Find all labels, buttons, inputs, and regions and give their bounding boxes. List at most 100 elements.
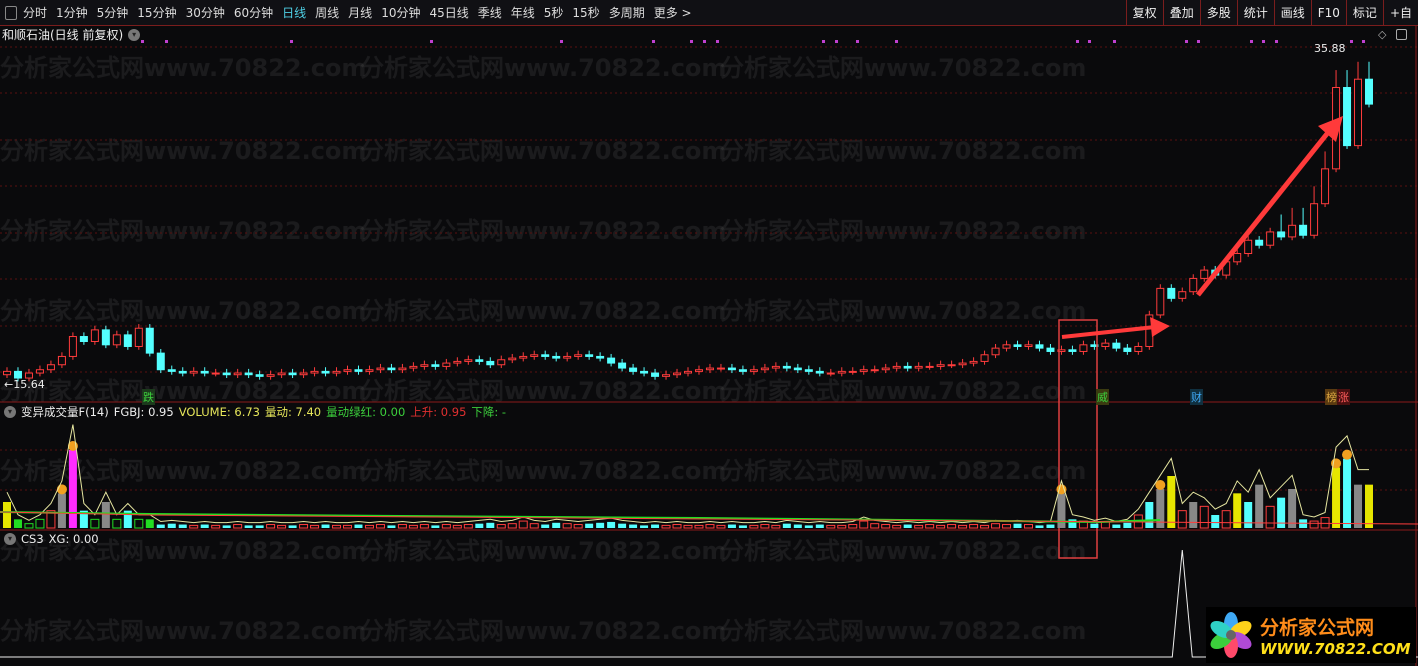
kline-chart[interactable]: [0, 0, 1418, 666]
volume-bar: [826, 524, 836, 529]
diamond-icon[interactable]: ◇: [1378, 28, 1386, 41]
candle: [629, 367, 638, 372]
site-logo: 分析家公式网 WWW.70822.COM: [1206, 607, 1416, 663]
volume-bar: [200, 524, 209, 528]
candle: [519, 355, 528, 359]
volume-bar: [266, 524, 276, 529]
candle: [453, 360, 462, 364]
candle: [793, 367, 802, 371]
volume-bar: [101, 502, 110, 528]
volume-bar: [1024, 524, 1033, 529]
chevron-down-icon[interactable]: ▾: [4, 406, 16, 418]
candle: [1244, 239, 1253, 255]
volume-bar: [1332, 467, 1341, 528]
volume-bar: [661, 524, 671, 529]
ldlh-value: 量动绿红: 0.00: [326, 405, 406, 419]
low-price-label: ←15.64: [4, 378, 45, 391]
candle: [200, 370, 209, 374]
liangdong-value: 量动: 7.40: [264, 405, 322, 419]
candle: [387, 367, 396, 371]
volume-bar: [222, 525, 231, 528]
event-tag[interactable]: 威: [1096, 389, 1109, 405]
signal-dot: [652, 40, 655, 43]
volume-bar: [552, 522, 561, 528]
fgbj-value: FGBJ: 0.95: [113, 405, 174, 419]
volume-bar: [496, 524, 506, 529]
signal-dot: [1088, 40, 1091, 43]
peak-marker-icon: [56, 484, 67, 495]
event-tag[interactable]: 财: [1190, 389, 1203, 405]
signal-dot: [1250, 40, 1253, 43]
candle: [991, 347, 1000, 356]
volume-bar: [672, 524, 682, 529]
candle: [288, 372, 297, 376]
volume-bar: [683, 524, 693, 529]
volume-bar: [1199, 505, 1209, 529]
candle: [541, 354, 550, 357]
volume-bar: [782, 523, 791, 528]
signal-dot: [835, 40, 838, 43]
candle: [343, 369, 352, 372]
volume-bar: [793, 524, 802, 528]
volume-bar: [189, 524, 199, 529]
high-price-label: 35.88: [1314, 42, 1346, 55]
candle: [167, 369, 176, 372]
trend-arrow: [1061, 325, 1156, 339]
candle: [35, 369, 44, 374]
candle: [1013, 344, 1022, 347]
volume-bar: [573, 524, 583, 529]
volume-bar: [749, 524, 759, 529]
candle: [112, 334, 121, 346]
volume-bar: [1343, 458, 1352, 528]
volume-bar: [57, 493, 66, 528]
volume-bar: [881, 524, 891, 529]
signal-dot: [1362, 40, 1365, 43]
candle: [3, 370, 11, 376]
candle: [892, 365, 901, 369]
candle: [189, 370, 198, 374]
volume-bar: [486, 522, 495, 528]
event-tag[interactable]: 跌: [142, 389, 155, 405]
candle: [1365, 78, 1373, 105]
volume-bar: [760, 524, 770, 529]
candle: [244, 372, 253, 376]
signal-dot: [716, 40, 719, 43]
volume-bar: [815, 524, 824, 528]
candle: [651, 372, 660, 377]
volume-bar: [1255, 484, 1264, 528]
volume-bar: [90, 518, 100, 529]
volume-bar: [958, 524, 968, 529]
volume-bar: [629, 524, 638, 528]
signal-dot: [1275, 40, 1278, 43]
candle: [716, 367, 725, 370]
volume-bar: [178, 524, 187, 528]
candle: [398, 367, 407, 371]
volume-bar: [936, 524, 946, 529]
low-price-value: 15.64: [13, 378, 45, 391]
volume-bar: [1221, 510, 1231, 529]
volume-bar: [991, 523, 1001, 529]
candle: [299, 372, 308, 376]
candle: [727, 367, 736, 371]
volume-bar: [870, 523, 880, 529]
volume-bar: [354, 524, 363, 528]
chevron-down-icon[interactable]: ▾: [4, 533, 16, 545]
candle: [859, 369, 868, 372]
volume-bar: [463, 524, 473, 529]
volume-bar: [24, 523, 34, 529]
candle: [1233, 253, 1242, 263]
panel-toggle-icon[interactable]: [1396, 29, 1407, 40]
volume-bar: [310, 524, 320, 529]
candle: [815, 370, 824, 374]
event-tag[interactable]: 涨: [1337, 389, 1350, 405]
candle: [178, 370, 187, 374]
candle: [1079, 344, 1088, 352]
shangsheng-value: 上升: 0.95: [410, 405, 467, 419]
volume-bar: [914, 524, 924, 529]
volume-bar: [244, 525, 253, 528]
candle: [365, 369, 374, 372]
candle: [1134, 345, 1143, 352]
volume-bar: [1035, 525, 1044, 528]
candle: [947, 364, 956, 367]
volume-bar: [211, 524, 221, 529]
